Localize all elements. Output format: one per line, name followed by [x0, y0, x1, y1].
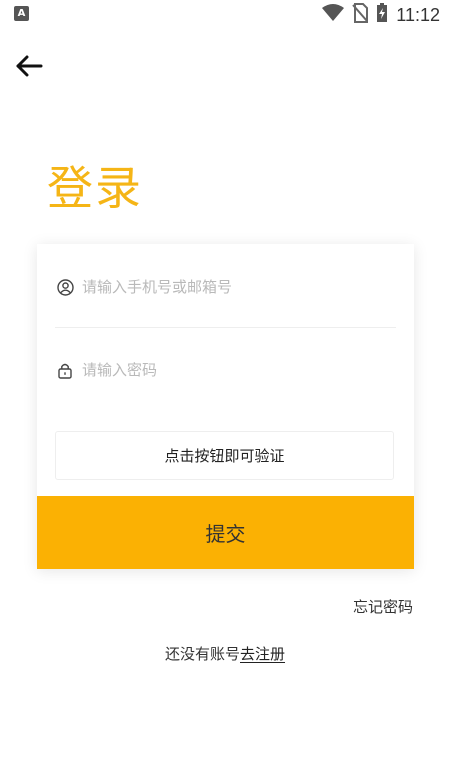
no-account-text: 还没有账号: [164, 645, 240, 663]
register-row: 还没有账号去注册: [0, 643, 450, 664]
login-screen: A 11:12 登录 请输入手机号或邮箱号 点击按钮即可验证 提交 忘记密码 还…: [0, 0, 450, 778]
arrow-left-icon: [15, 55, 43, 81]
forgot-password-link[interactable]: 忘记密码: [353, 596, 413, 617]
status-icons: 11:12: [322, 2, 440, 28]
password-field-row: [55, 350, 396, 390]
verify-button[interactable]: 点击按钮即可验证: [55, 431, 394, 480]
account-input[interactable]: [82, 278, 372, 296]
status-bar: A 11:12: [0, 0, 450, 30]
field-divider: [55, 327, 396, 328]
no-sim-icon: [352, 3, 369, 27]
register-link[interactable]: 去注册: [240, 645, 285, 663]
lock-icon: [55, 360, 75, 380]
status-time: 11:12: [396, 4, 440, 25]
submit-button[interactable]: 提交: [37, 496, 414, 569]
password-input[interactable]: [82, 361, 372, 379]
back-button[interactable]: [13, 55, 45, 81]
login-form-card: 点击按钮即可验证 提交: [37, 244, 414, 569]
account-field-row: [55, 267, 396, 307]
user-circle-icon: [55, 277, 75, 297]
battery-charging-icon: [376, 3, 388, 27]
page-title: 登录: [47, 161, 143, 215]
wifi-icon: [322, 4, 345, 26]
app-notification-icon: A: [14, 6, 29, 21]
